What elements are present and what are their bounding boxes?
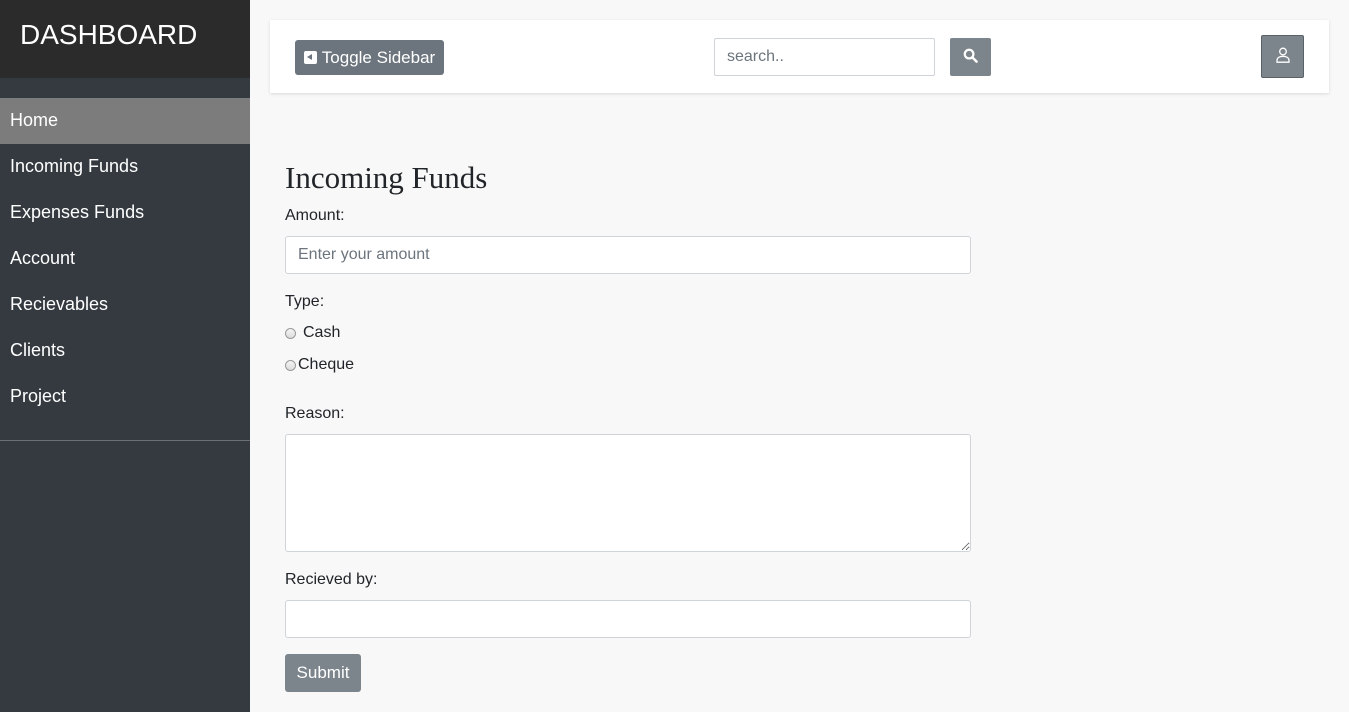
sidebar-item-expenses-funds[interactable]: Expenses Funds — [0, 190, 250, 236]
sidebar: DASHBOARD Home Incoming Funds Expenses F… — [0, 0, 250, 712]
recieved-by-label: Recieved by: — [285, 571, 378, 588]
sidebar-item-home[interactable]: Home — [0, 98, 250, 144]
type-option-cash[interactable]: Cash — [285, 324, 340, 342]
amount-label: Amount: — [285, 207, 345, 224]
sidebar-item-recievables[interactable]: Recievables — [0, 282, 250, 328]
recieved-by-field[interactable] — [285, 600, 971, 638]
reason-textarea[interactable] — [285, 434, 971, 552]
cheque-radio-label: Cheque — [298, 356, 355, 373]
cash-radio[interactable] — [285, 327, 296, 339]
toggle-sidebar-label: Toggle Sidebar — [321, 47, 436, 67]
submit-button[interactable]: Submit — [285, 654, 361, 692]
top-navbar: Toggle Sidebar — [270, 20, 1329, 93]
page-title: Incoming Funds — [285, 160, 488, 195]
cheque-radio[interactable] — [285, 359, 296, 371]
sidebar-item-account[interactable]: Account — [0, 236, 250, 282]
cash-radio-label: Cash — [303, 324, 341, 341]
sidebar-nav: Home Incoming Funds Expenses Funds Accou… — [0, 98, 250, 441]
caret-square-left-icon — [303, 51, 317, 64]
sidebar-item-incoming-funds[interactable]: Incoming Funds — [0, 144, 250, 190]
type-label: Type: — [285, 293, 325, 310]
reason-label: Reason: — [285, 405, 345, 422]
user-icon — [1275, 47, 1290, 66]
sidebar-item-clients[interactable]: Clients — [0, 328, 250, 374]
user-button[interactable] — [1261, 35, 1304, 78]
toggle-sidebar-button[interactable]: Toggle Sidebar — [295, 40, 444, 75]
search-button[interactable] — [950, 38, 991, 76]
search-icon — [963, 48, 978, 66]
amount-field[interactable] — [285, 236, 971, 274]
search-input[interactable] — [714, 38, 935, 76]
brand-title: DASHBOARD — [0, 0, 250, 78]
sidebar-item-project[interactable]: Project — [0, 374, 250, 420]
type-option-cheque[interactable]: Cheque — [285, 356, 354, 374]
